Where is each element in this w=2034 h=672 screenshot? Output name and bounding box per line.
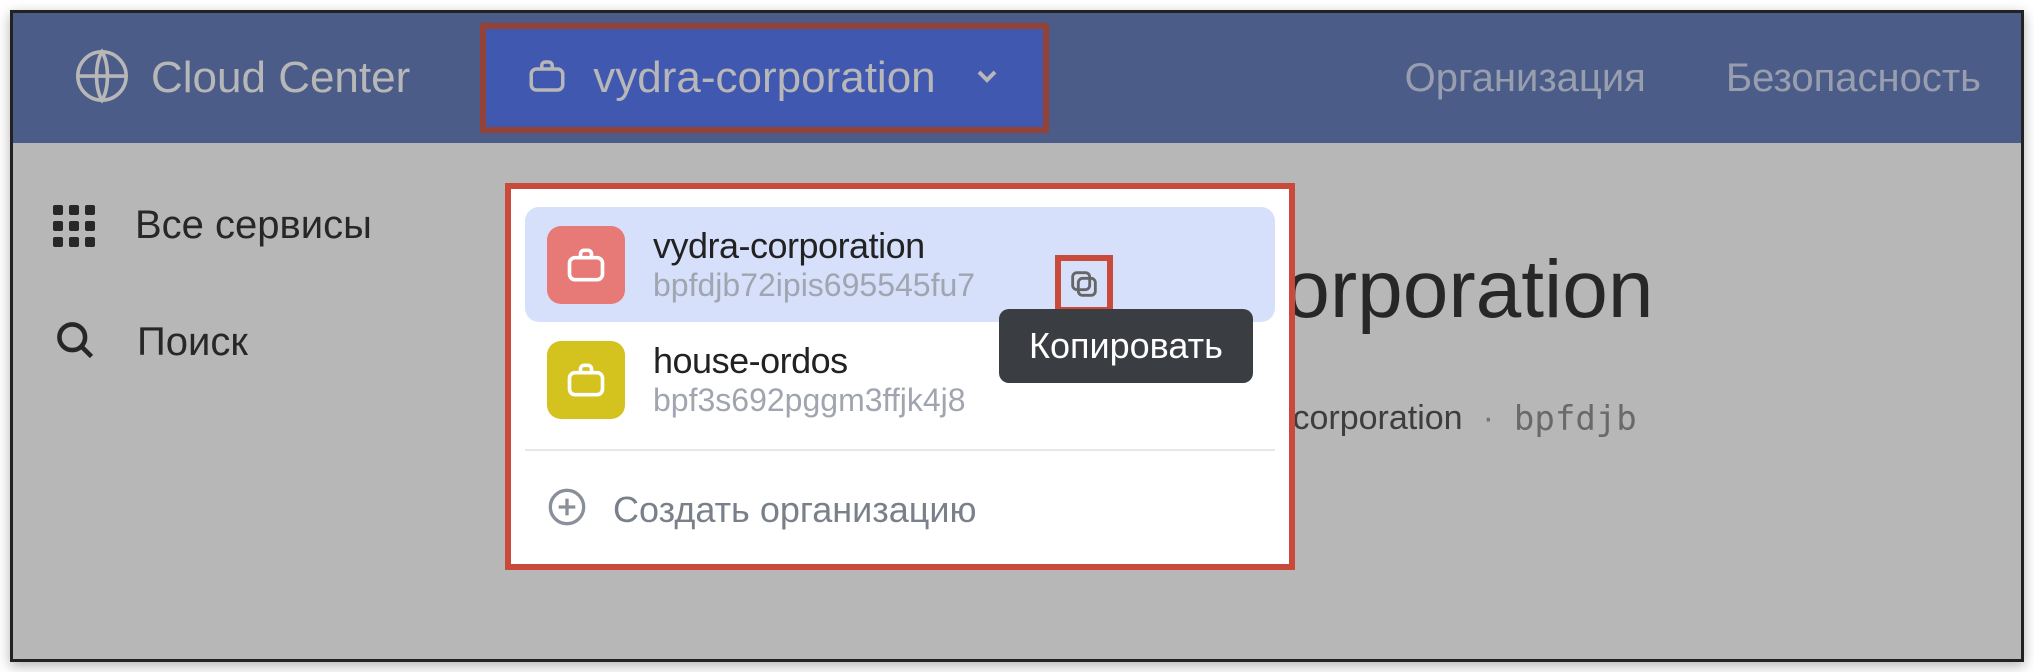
search-icon [53,318,97,367]
sidebar-item-search[interactable]: Поиск [53,318,453,367]
selected-org-name: vydra-corporation [593,53,935,103]
dropdown-org-name: house-ordos [653,340,966,382]
dropdown-org-name: vydra-corporation [653,225,975,267]
briefcase-icon [547,226,625,304]
sidebar-item-label: Поиск [137,320,248,365]
copy-icon [1067,267,1101,301]
header-nav: Организация Безопасность [1405,56,1981,101]
dropdown-divider [525,449,1275,451]
plus-circle-icon [547,487,587,532]
cloud-center-logo-icon [73,47,131,110]
sidebar: Все сервисы Поиск [13,143,493,659]
briefcase-icon [526,55,568,102]
brand-logo[interactable]: Cloud Center [73,47,410,110]
dropdown-item-vydra[interactable]: vydra-corporation bpfdjb72ipis695545fu7 [525,207,1275,322]
nav-organization[interactable]: Организация [1405,56,1646,101]
dropdown-org-id: bpf3s692pggm3ffjk4j8 [653,382,966,419]
app-header: Cloud Center vydra-corporation Организац… [13,13,2021,143]
sidebar-item-label: Все сервисы [135,203,372,248]
briefcase-icon [547,341,625,419]
organization-selector-button[interactable]: vydra-corporation [480,23,1048,133]
nav-security[interactable]: Безопасность [1726,56,1981,101]
copy-tooltip: Копировать [999,309,1253,383]
apps-grid-icon [53,205,95,247]
sidebar-item-all-services[interactable]: Все сервисы [53,203,453,248]
brand-name: Cloud Center [151,53,410,103]
dropdown-org-id: bpfdjb72ipis695545fu7 [653,267,975,304]
chevron-down-icon [971,60,1003,97]
meta-org-id: bpfdjb [1514,399,1637,439]
create-organization-button[interactable]: Создать организацию [525,459,1275,558]
copy-id-button[interactable] [1055,255,1113,313]
create-org-label: Создать организацию [613,489,976,531]
separator-dot: · [1483,399,1494,438]
